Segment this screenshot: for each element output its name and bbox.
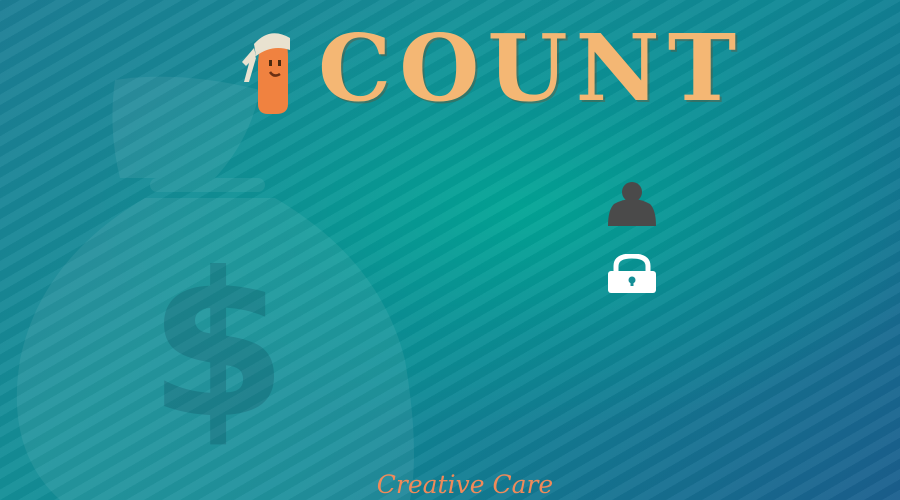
footer-text: Creative Care [376,470,554,499]
bandana-head-icon [242,33,290,114]
svg-text:$: $ [148,230,287,463]
footer-brand: Creative Care [0,470,900,500]
app-logo: COUNT [240,18,736,118]
money-bag-dollar-icon: $ [16,76,415,500]
user-icon[interactable] [606,180,658,226]
logo-text: COUNT [318,14,745,122]
lock-icon[interactable] [606,254,658,294]
